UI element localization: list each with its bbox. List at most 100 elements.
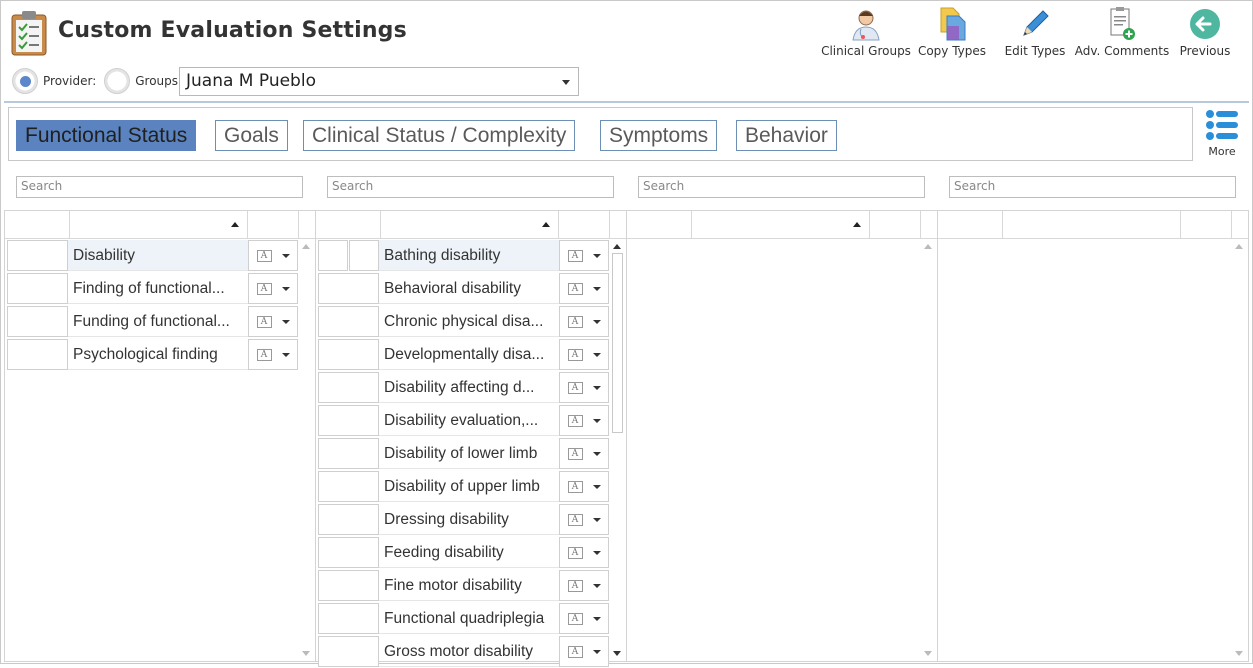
column-header [938,211,1248,239]
provider-select[interactable]: Juana M Pueblo [179,67,579,96]
format-dropdown[interactable]: A [248,339,298,370]
tab-symptoms[interactable]: Symptoms [600,120,718,151]
list-item-label: Developmentally disa... [379,339,559,370]
list-item[interactable]: Funding of functional... A [5,305,299,338]
row-select-cell[interactable] [318,372,379,403]
tab-functional-status[interactable]: Functional Status [16,120,197,151]
clinical-groups-button[interactable]: Clinical Groups [821,6,911,58]
name-column-header[interactable] [692,211,870,239]
list-item[interactable]: Bathing disability A [316,239,610,272]
row-select-cell[interactable] [7,306,68,337]
scrollbar[interactable] [610,239,626,661]
format-dropdown[interactable]: A [559,372,609,403]
list-item[interactable]: Developmentally disa... A [316,338,610,371]
header-separator [4,101,1249,103]
list-item[interactable]: Behavioral disability A [316,272,610,305]
format-dropdown[interactable]: A [559,603,609,634]
back-arrow-icon [1187,6,1223,42]
row-select-cell[interactable] [318,504,379,535]
chevron-down-icon [592,253,601,258]
search-input-1[interactable]: Search [16,176,303,198]
format-dropdown[interactable]: A [248,240,298,271]
edit-types-button[interactable]: Edit Types [995,6,1075,58]
format-dropdown[interactable]: A [559,438,609,469]
format-dropdown[interactable]: A [559,273,609,304]
format-dropdown[interactable]: A [559,306,609,337]
tab-clinical-status-complexity[interactable]: Clinical Status / Complexity [303,120,576,151]
format-dropdown[interactable]: A [248,306,298,337]
search-input-4[interactable]: Search [949,176,1236,198]
doctor-icon [848,6,884,42]
list-item[interactable]: Functional quadriplegia A [316,602,610,635]
list-item-label: Bathing disability [379,240,559,271]
format-dropdown[interactable]: A [559,537,609,568]
row-select-cell[interactable] [318,537,379,568]
chevron-down-icon [592,583,601,588]
format-dropdown[interactable]: A [559,471,609,502]
list-item[interactable]: Psychological finding A [5,338,299,371]
list-item-label: Funding of functional... [68,306,248,337]
row-select-cell[interactable] [7,273,68,304]
list-panel-3 [626,210,938,662]
list-item[interactable]: Dressing disability A [316,503,610,536]
adv-comments-button[interactable]: Adv. Comments [1075,6,1169,58]
list-panel-4 [937,210,1249,662]
column-header [627,211,937,239]
row-select-cell[interactable] [318,636,379,667]
list-item[interactable]: Disability affecting d... A [316,371,610,404]
row-select-cell[interactable] [318,570,379,601]
row-select-cell[interactable] [7,240,68,271]
groups-radio-label: Groups: [135,74,183,88]
provider-select-value: Juana M Pueblo [186,71,316,91]
groups-radio[interactable] [104,68,131,94]
scroll-thumb[interactable] [612,253,623,433]
tab-behavior[interactable]: Behavior [736,120,837,151]
list-item[interactable]: Disability A [5,239,299,272]
name-column-header[interactable] [381,211,559,239]
format-dropdown[interactable]: A [559,636,609,667]
row-select-cell[interactable] [318,240,348,271]
pencil-icon [1017,6,1053,42]
list-item[interactable]: Disability of lower limb A [316,437,610,470]
name-column-header[interactable] [1003,211,1181,239]
list-item[interactable]: Feeding disability A [316,536,610,569]
name-column-header[interactable] [70,211,248,239]
row-select-cell[interactable] [318,603,379,634]
search-input-3[interactable]: Search [638,176,925,198]
format-dropdown[interactable]: A [559,504,609,535]
row-select-cell[interactable] [318,471,379,502]
row-select-cell[interactable] [318,405,379,436]
format-dropdown[interactable]: A [248,273,298,304]
tab-goals[interactable]: Goals [215,120,288,151]
list-item[interactable]: Fine motor disability A [316,569,610,602]
list-item[interactable]: Chronic physical disa... A [316,305,610,338]
row-select-cell[interactable] [318,339,379,370]
format-dropdown[interactable]: A [559,339,609,370]
row-select-cell[interactable] [318,438,379,469]
row-select-cell[interactable] [318,306,379,337]
more-button[interactable]: More [1203,108,1241,158]
format-dropdown[interactable]: A [559,570,609,601]
row-select-cell[interactable] [349,240,379,271]
list-panel-1: Disability A Finding of functional... A Fund… [4,210,316,662]
provider-radio[interactable] [12,68,38,94]
format-dropdown[interactable]: A [559,240,609,271]
list-item[interactable]: Finding of functional... A [5,272,299,305]
chevron-down-icon [592,385,601,390]
scrollbar[interactable] [1232,239,1248,661]
copy-types-button[interactable]: Copy Types [909,6,995,58]
more-label: More [1208,145,1236,158]
scrollbar[interactable] [921,239,937,661]
list-item[interactable]: Gross motor disability A [316,635,610,668]
text-format-icon: A [567,414,583,427]
list-item[interactable]: Disability of upper limb A [316,470,610,503]
chevron-down-icon [592,418,601,423]
previous-button[interactable]: Previous [1169,6,1241,58]
format-dropdown[interactable]: A [559,405,609,436]
scrollbar[interactable] [299,239,315,661]
sort-ascending-icon [542,222,550,227]
list-item[interactable]: Disability evaluation,... A [316,404,610,437]
row-select-cell[interactable] [7,339,68,370]
search-input-2[interactable]: Search [327,176,614,198]
row-select-cell[interactable] [318,273,379,304]
